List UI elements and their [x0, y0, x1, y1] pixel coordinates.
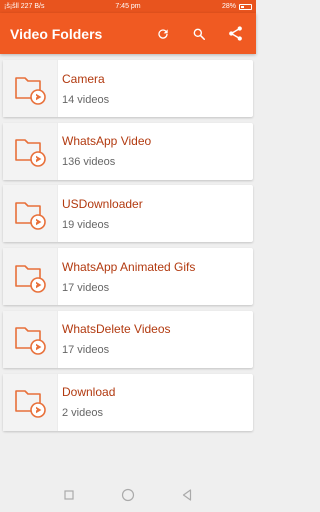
folder-item[interactable]: WhatsApp Video 136 videos [3, 122, 253, 180]
folder-video-count: 2 videos [62, 407, 103, 419]
share-icon[interactable] [224, 23, 246, 45]
folder-name: WhatsApp Animated Gifs [62, 259, 196, 274]
recent-apps-icon[interactable] [59, 485, 79, 505]
folder-video-count: 17 videos [62, 281, 110, 294]
folder-info: USDownloader 19 videos [58, 197, 143, 231]
folder-video-count: 17 videos [62, 344, 110, 357]
home-icon[interactable] [118, 485, 138, 505]
folder-video-count: 19 videos [62, 218, 110, 231]
battery-icon [239, 3, 252, 10]
folder-video-icon [3, 248, 58, 306]
folder-video-count: 14 videos [62, 93, 110, 106]
battery-percent: 28% [221, 3, 236, 10]
network-speed: ¡š¡šll 227 B/s [4, 3, 45, 10]
status-bar: ¡š¡šll 227 B/s 7:45 pm 28% [0, 0, 256, 13]
folder-item[interactable]: USDownloader 19 videos [3, 185, 253, 243]
system-nav-bar [0, 478, 256, 512]
battery-status: 28% [222, 3, 252, 10]
back-icon[interactable] [177, 485, 197, 505]
folder-item[interactable]: WhatsApp Animated Gifs 17 videos [3, 248, 253, 306]
folder-info: WhatsApp Video 136 videos [58, 134, 151, 168]
folder-item[interactable]: Camera 14 videos [3, 60, 253, 117]
app-bar: Video Folders [0, 13, 256, 54]
page-title: Video Folders [10, 25, 103, 42]
folder-info: WhatsDelete Videos 17 videos [58, 322, 171, 356]
folder-video-icon [3, 310, 58, 368]
folder-name: Camera [62, 71, 105, 86]
folder-video-icon [3, 122, 58, 180]
folder-video-icon [3, 60, 58, 117]
folder-item[interactable]: WhatsDelete Videos 17 videos [3, 310, 253, 368]
folder-video-icon [3, 185, 58, 243]
folder-name: WhatsApp Video [62, 134, 152, 149]
folder-name: WhatsDelete Videos [62, 322, 171, 337]
refresh-icon[interactable] [152, 23, 174, 45]
folder-video-icon [3, 373, 58, 431]
folder-name: USDownloader [62, 196, 143, 211]
folder-info: Camera 14 videos [58, 72, 109, 106]
folder-item[interactable]: Download 2 videos [3, 373, 253, 431]
folder-name: Download [62, 385, 116, 399]
folder-info: Download 2 videos [58, 385, 115, 419]
folder-video-count: 136 videos [62, 156, 116, 169]
folder-info: WhatsApp Animated Gifs 17 videos [58, 260, 195, 294]
search-icon[interactable] [188, 23, 210, 45]
